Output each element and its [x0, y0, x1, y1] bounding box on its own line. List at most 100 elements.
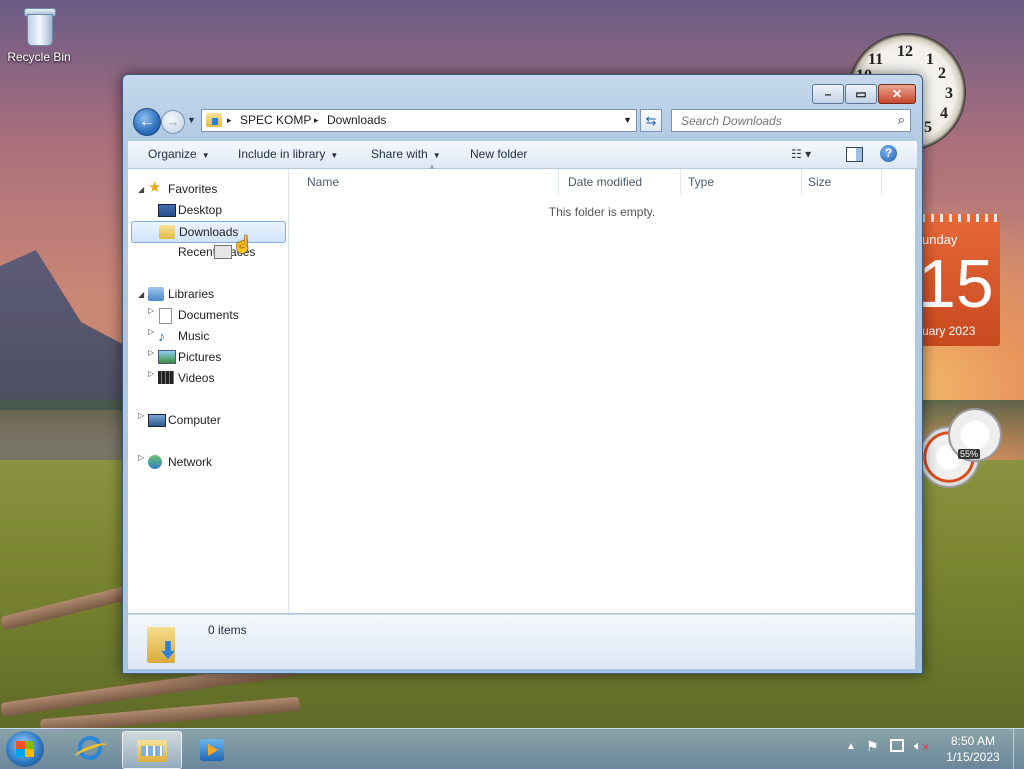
maximize-button[interactable]: ▭ — [845, 84, 877, 104]
start-button[interactable] — [6, 731, 44, 767]
minimize-button[interactable]: – — [812, 84, 844, 104]
recycle-bin-desktop-icon[interactable]: Recycle Bin — [6, 6, 72, 64]
column-header-size[interactable]: Size — [802, 169, 882, 195]
downloads-folder-icon — [206, 113, 222, 127]
cpu-meter-gadget[interactable]: 55% — [918, 408, 1002, 494]
nav-item-videos[interactable]: Videos — [158, 368, 214, 388]
downloads-folder-icon — [159, 225, 175, 239]
clock-number: 12 — [897, 43, 913, 60]
nav-libraries[interactable]: Libraries — [148, 284, 214, 304]
taskbar-internet-explorer[interactable] — [60, 731, 118, 767]
meter-percent: 55% — [958, 449, 981, 459]
include-in-library-button[interactable]: Include in library ▼ — [238, 141, 338, 169]
action-center-flag-icon[interactable]: ⚑ — [866, 738, 879, 755]
nav-computer-label: Computer — [168, 413, 221, 427]
refresh-icon: ⇆ — [645, 113, 657, 128]
address-dropdown-icon[interactable]: ▼ — [623, 110, 632, 131]
expand-arrow-icon[interactable]: ▷ — [138, 411, 144, 420]
column-header-type[interactable]: Type — [682, 169, 802, 195]
search-box[interactable]: ⌕ — [671, 109, 911, 132]
expand-arrow-icon[interactable]: ▷ — [148, 327, 154, 336]
chevron-down-icon: ▼ — [201, 151, 210, 160]
nav-item-downloads[interactable]: Downloads — [131, 221, 286, 243]
nav-network[interactable]: Network — [148, 452, 212, 472]
nav-favorites[interactable]: ★ Favorites — [148, 179, 217, 199]
recycle-bin-icon — [24, 6, 56, 46]
navigation-bar: ← → ▼ ▸ SPEC KOMP ▸ Downloads ▼ ⇆ ⌕ — [131, 107, 914, 136]
search-input[interactable] — [679, 113, 883, 129]
close-icon: ✕ — [891, 87, 903, 101]
recycle-bin-label: Recycle Bin — [7, 50, 71, 64]
internet-explorer-icon — [78, 736, 102, 760]
hand-cursor-icon: ☝ — [232, 235, 254, 254]
close-button[interactable]: ✕ — [878, 84, 916, 104]
nav-item-label: Downloads — [179, 225, 239, 239]
expand-arrow-icon[interactable]: ▷ — [148, 348, 154, 357]
volume-muted-icon[interactable]: 🔈︎✕ — [914, 738, 929, 754]
nav-item-pictures[interactable]: Pictures — [158, 347, 221, 367]
clock-number: 2 — [938, 65, 946, 82]
libraries-icon — [148, 287, 164, 301]
nav-item-documents[interactable]: Documents — [158, 305, 239, 325]
search-icon: ⌕ — [897, 112, 905, 127]
taskbar: ▲ ⚑ 🔈︎✕ 8:50 AM 1/15/2023 — [0, 728, 1024, 769]
documents-icon — [159, 308, 172, 324]
recent-places-icon — [214, 245, 232, 259]
change-view-button[interactable]: ☷ ▾ — [791, 147, 827, 161]
nav-item-label: Music — [178, 329, 210, 343]
calendar-gadget[interactable]: unday 15 uary 2023 — [922, 214, 1000, 346]
help-icon[interactable]: ? — [880, 145, 897, 162]
file-list-pane[interactable]: ▲ Name Date modified Type Size This fold… — [289, 162, 915, 613]
collapse-arrow-icon[interactable]: ◢ — [138, 290, 144, 299]
column-header-date-modified[interactable]: Date modified — [561, 169, 681, 195]
taskbar-clock[interactable]: 8:50 AM 1/15/2023 — [936, 733, 1010, 765]
forward-arrow-icon: → — [166, 114, 180, 129]
preview-pane-icon[interactable] — [846, 147, 863, 162]
explorer-window[interactable]: – ▭ ✕ ← → ▼ ▸ SPEC KOMP ▸ Downloads ▼ ⇆ … — [122, 74, 923, 674]
calendar-day: unday — [922, 232, 958, 247]
music-icon: ♪ — [158, 328, 165, 344]
network-icon[interactable] — [890, 739, 904, 752]
breadcrumb-spec-komp[interactable]: SPEC KOMP — [240, 110, 311, 131]
breadcrumb-separator[interactable]: ▸ — [227, 110, 232, 131]
pictures-icon — [158, 350, 176, 364]
navigation-pane: ◢ ★ Favorites Desktop Downloads Recent P… — [128, 169, 289, 613]
command-bar: Organize ▼ Include in library ▼ Share with… — [128, 141, 917, 169]
back-button[interactable]: ← — [133, 108, 161, 136]
item-count: 0 items — [208, 623, 247, 637]
clock-number: 5 — [924, 119, 932, 136]
taskbar-windows-explorer[interactable] — [122, 731, 182, 769]
recent-pages-dropdown[interactable]: ▼ — [187, 115, 196, 125]
expand-arrow-icon[interactable]: ▷ — [148, 369, 154, 378]
nav-libraries-label: Libraries — [168, 287, 215, 301]
address-bar[interactable]: ▸ SPEC KOMP ▸ Downloads ▼ — [201, 109, 637, 132]
expand-arrow-icon[interactable]: ▷ — [138, 453, 144, 462]
nav-item-label: Pictures — [178, 350, 222, 364]
clock-time: 8:50 AM — [950, 734, 996, 748]
windows-explorer-icon — [137, 740, 167, 762]
show-hidden-icons-icon[interactable]: ▲ — [846, 741, 856, 752]
share-with-label: Share with — [371, 147, 428, 161]
breadcrumb-separator[interactable]: ▸ — [314, 110, 319, 131]
nav-item-music[interactable]: ♪ Music — [158, 326, 209, 346]
taskbar-media-player[interactable] — [184, 731, 242, 767]
nav-network-label: Network — [168, 455, 213, 469]
new-folder-button[interactable]: New folder — [470, 141, 527, 168]
column-header-name[interactable]: Name — [289, 169, 559, 195]
forward-button[interactable]: → — [161, 110, 185, 134]
chevron-down-icon: ▼ — [330, 151, 339, 160]
show-desktop-button[interactable] — [1013, 729, 1024, 769]
details-pane: 0 items — [128, 614, 915, 669]
chevron-down-icon: ▼ — [432, 151, 441, 160]
include-in-library-label: Include in library — [238, 147, 326, 161]
refresh-button[interactable]: ⇆ — [640, 109, 662, 132]
nav-computer[interactable]: Computer — [148, 410, 221, 430]
expand-arrow-icon[interactable]: ▷ — [148, 306, 154, 315]
maximize-icon: ▭ — [855, 87, 867, 101]
collapse-arrow-icon[interactable]: ◢ — [138, 185, 144, 194]
organize-button[interactable]: Organize ▼ — [148, 141, 210, 169]
nav-item-desktop[interactable]: Desktop — [158, 200, 284, 220]
clock-number: 4 — [940, 105, 948, 122]
breadcrumb-downloads[interactable]: Downloads — [327, 110, 386, 131]
media-player-icon — [200, 739, 224, 761]
